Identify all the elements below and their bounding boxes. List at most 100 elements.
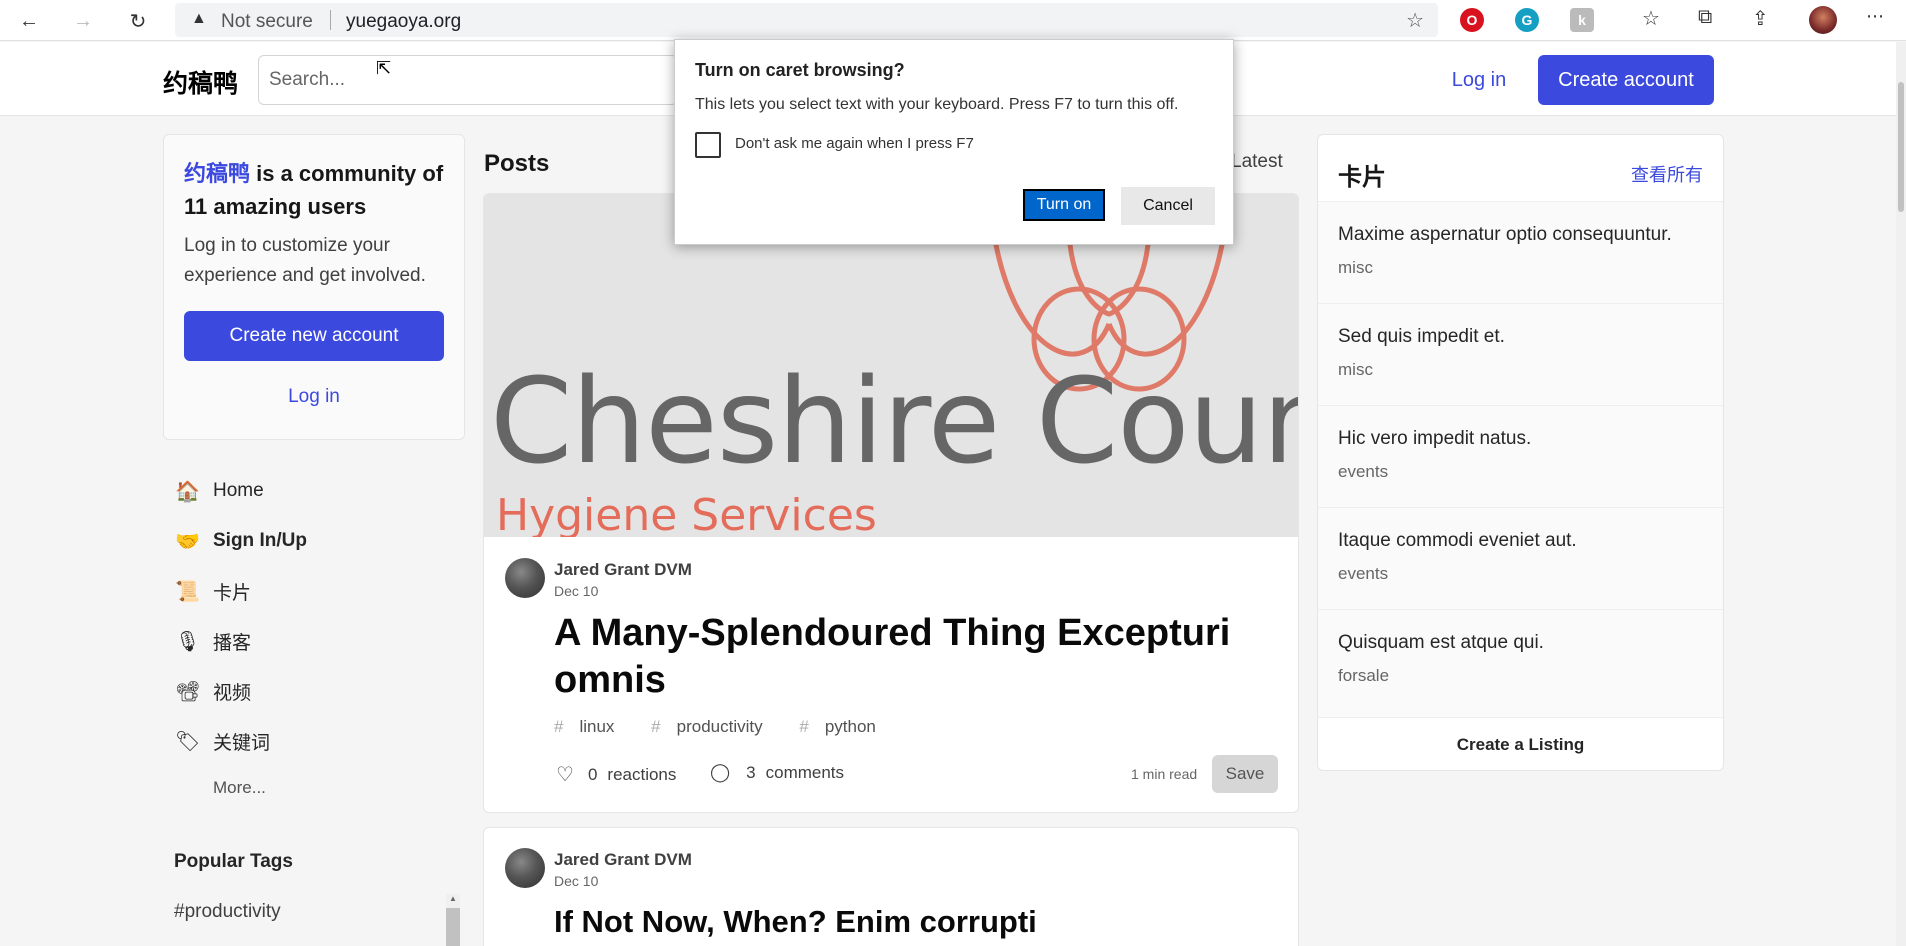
listing-item[interactable]: Quisquam est atque qui. forsale — [1318, 609, 1723, 717]
reactions-button[interactable]: ♡ 0 reactions — [556, 762, 676, 787]
extension-icon[interactable]: k — [1570, 8, 1594, 32]
author-avatar[interactable] — [505, 558, 545, 598]
tag-link[interactable]: # python — [799, 717, 892, 736]
dont-ask-checkbox[interactable] — [695, 132, 721, 158]
dialog-message: This lets you select text with your keyb… — [695, 96, 1179, 113]
comments-count: 3 — [746, 762, 756, 782]
scrollbar-thumb[interactable] — [446, 908, 460, 946]
listing-title: Sed quis impedit et. — [1338, 326, 1505, 347]
sidebar-item-label: 卡片 — [213, 582, 252, 604]
sidebar-item-label: Sign In/Up — [213, 530, 307, 551]
sort-latest-tab[interactable]: Latest — [1231, 151, 1283, 173]
welcome-card: 约稿鸭 is a community of 11 amazing users L… — [163, 134, 465, 440]
post-card[interactable]: Jared Grant DVM Dec 10 If Not Now, When?… — [483, 827, 1299, 946]
author-name[interactable]: Jared Grant DVM — [554, 850, 692, 870]
back-icon[interactable]: ← — [14, 6, 44, 36]
create-account-button[interactable]: Create account — [1538, 55, 1714, 105]
popular-tags-heading: Popular Tags — [174, 851, 293, 872]
scrollbar-thumb[interactable] — [1898, 82, 1904, 212]
popular-tags-scrollbar[interactable]: ▲ — [446, 894, 460, 946]
refresh-icon[interactable]: ↻ — [123, 6, 153, 36]
create-new-account-button[interactable]: Create new account — [184, 311, 444, 361]
comments-button[interactable]: ◯ 3 comments — [710, 762, 844, 783]
browser-toolbar: ← → ↻ ▲ Not secure yuegaoya.org ☆ O G k … — [0, 0, 1906, 41]
see-all-listings-link[interactable]: 查看所有 — [1631, 161, 1703, 187]
listing-item[interactable]: Hic vero impedit natus. events — [1318, 405, 1723, 507]
listing-item[interactable]: Maxime aspernatur optio consequuntur. mis… — [1318, 201, 1723, 303]
dont-ask-label[interactable]: Don't ask me again when I press F7 — [735, 135, 974, 152]
cancel-button[interactable]: Cancel — [1121, 187, 1215, 225]
search-input[interactable] — [258, 55, 678, 105]
page-scrollbar[interactable] — [1896, 42, 1906, 946]
listing-item[interactable]: Sed quis impedit et. misc — [1318, 303, 1723, 405]
sidebar-item-label: 播客 — [213, 632, 252, 654]
more-options-icon[interactable]: ⋯ — [1866, 6, 1884, 27]
author-avatar[interactable] — [505, 848, 545, 888]
sidebar-item-label: 视频 — [213, 682, 252, 704]
mouse-cursor-icon: ⇱ — [376, 58, 392, 78]
sidebar-more-link[interactable]: More... — [163, 766, 465, 810]
post-title[interactable]: A Many-Splendoured Thing Excepturi omnis — [554, 610, 1254, 704]
sidebar-item-sign-in[interactable]: 🤝 Sign In/Up — [163, 516, 465, 566]
security-label: Not secure — [221, 11, 313, 32]
reactions-count: 0 — [587, 764, 598, 784]
author-name[interactable]: Jared Grant DVM — [554, 560, 692, 580]
scroll-up-arrow-icon[interactable]: ▲ — [449, 894, 457, 903]
sidebar-item-podcasts[interactable]: 🎙 播客 — [163, 616, 465, 666]
post-tags: # linux # productivity # python — [554, 717, 908, 737]
collections-icon[interactable]: ⧉ — [1698, 6, 1712, 29]
sidebar-item-listings[interactable]: 📜 卡片 — [163, 566, 465, 616]
turn-on-button[interactable]: Turn on — [1021, 187, 1107, 223]
post-date[interactable]: Dec 10 — [554, 583, 598, 599]
welcome-headline: 约稿鸭 is a community of 11 amazing users — [184, 157, 454, 223]
dialog-title: Turn on caret browsing? — [695, 60, 905, 80]
url-text[interactable]: yuegaoya.org — [346, 11, 461, 33]
cover-subtitle-text: Hygiene Services — [496, 490, 877, 538]
microphone-icon: 🎙 — [175, 630, 201, 653]
share-icon[interactable]: ⇪ — [1752, 6, 1769, 31]
create-listing-link[interactable]: Create a Listing — [1318, 717, 1723, 771]
sidebar-login-link[interactable]: Log in — [184, 377, 444, 417]
sidebar-nav: 🏠 Home 🤝 Sign In/Up 📜 卡片 🎙 播客 📽 视频 🏷 关键词 More.… — [163, 466, 465, 810]
post-title[interactable]: If Not Now, When? Enim corrupti — [554, 898, 1254, 945]
opera-extension-icon[interactable]: O — [1460, 8, 1484, 32]
address-bar[interactable]: ▲ Not secure yuegaoya.org ☆ — [175, 3, 1438, 37]
grammarly-extension-icon[interactable]: G — [1515, 8, 1539, 32]
site-logo[interactable]: 约稿鸭 — [163, 64, 238, 100]
post-card[interactable]: Cheshire County Hygiene Services Jared G… — [483, 193, 1299, 813]
listing-title: Itaque commodi eveniet aut. — [1338, 530, 1577, 551]
read-time: 1 min read — [1131, 766, 1198, 782]
sidebar-item-tags[interactable]: 🏷 关键词 — [163, 716, 465, 766]
sidebar-item-label: 关键词 — [213, 732, 271, 754]
caret-browsing-dialog: Turn on caret browsing? This lets you se… — [674, 39, 1234, 245]
scroll-icon: 📜 — [175, 580, 200, 603]
comments-label: comments — [765, 762, 845, 782]
post-cover-image[interactable]: Cheshire County Hygiene Services — [484, 194, 1298, 538]
listing-title: Quisquam est atque qui. — [1338, 632, 1544, 653]
tag-link[interactable]: # productivity — [651, 717, 778, 736]
brand-name[interactable]: 约稿鸭 — [184, 161, 250, 186]
popular-tag-link[interactable]: #productivity — [174, 901, 281, 923]
sidebar-item-label: Home — [213, 480, 264, 501]
profile-avatar[interactable] — [1809, 6, 1837, 34]
label-tag-icon: 🏷 — [175, 730, 201, 753]
listing-category: forsale — [1338, 666, 1390, 685]
cover-title-text: Cheshire County — [490, 352, 1298, 490]
film-projector-icon: 📽 — [175, 680, 201, 703]
house-icon: 🏠 — [175, 480, 200, 503]
save-button[interactable]: Save — [1212, 755, 1278, 793]
listing-category: events — [1338, 462, 1389, 481]
forward-icon[interactable]: → — [68, 6, 98, 36]
listings-heading: 卡片 — [1338, 164, 1386, 191]
sidebar-item-videos[interactable]: 📽 视频 — [163, 666, 465, 716]
sidebar-item-home[interactable]: 🏠 Home — [163, 466, 465, 516]
listing-category: misc — [1338, 360, 1373, 379]
favorites-icon[interactable]: ☆ — [1642, 6, 1660, 31]
favorite-star-icon[interactable]: ☆ — [1406, 8, 1424, 33]
tag-link[interactable]: # linux — [554, 717, 630, 736]
listing-item[interactable]: Itaque commodi eveniet aut. events — [1318, 507, 1723, 609]
header-login-link[interactable]: Log in — [1437, 55, 1521, 105]
reactions-label: reactions — [607, 764, 677, 784]
handshake-icon: 🤝 — [175, 530, 200, 553]
post-date[interactable]: Dec 10 — [554, 873, 598, 889]
